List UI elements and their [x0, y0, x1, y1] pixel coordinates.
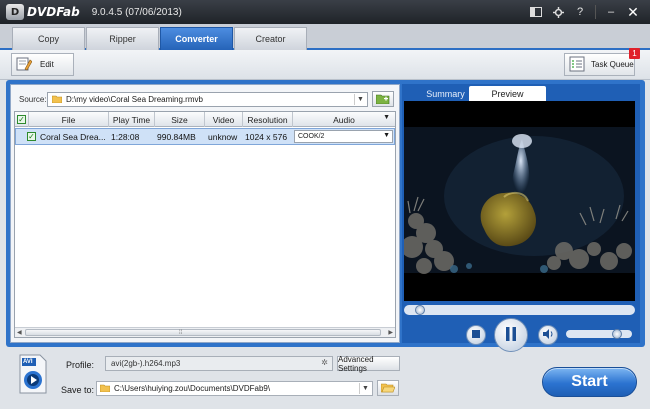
- add-source-button[interactable]: [372, 91, 394, 107]
- pause-icon: [505, 327, 517, 343]
- column-header-play-time[interactable]: Play Time: [109, 112, 155, 127]
- save-to-label: Save to:: [61, 385, 95, 395]
- select-all-checkbox[interactable]: ✓: [15, 112, 29, 127]
- source-field[interactable]: D:\my video\Coral Sea Dreaming.rmvb ▼: [47, 92, 368, 107]
- column-header-resolution[interactable]: Resolution: [243, 112, 293, 127]
- row-checkbox[interactable]: ✓: [27, 129, 39, 144]
- app-logo: D DVDFab: [6, 4, 80, 20]
- stop-icon: [472, 330, 480, 340]
- tab-copy[interactable]: Copy: [12, 27, 85, 50]
- save-to-field[interactable]: C:\Users\huiying.zou\Documents\DVDFab9\ …: [96, 381, 373, 396]
- layout-icon[interactable]: [525, 3, 547, 21]
- edit-button[interactable]: Edit: [11, 53, 74, 76]
- edit-icon: [16, 56, 33, 74]
- audio-value: COOK/2: [298, 133, 325, 140]
- avi-format-icon: AVI: [18, 354, 48, 394]
- chevron-down-icon[interactable]: ▼: [354, 94, 366, 105]
- profile-label: Profile:: [66, 360, 95, 370]
- pause-button[interactable]: [494, 318, 528, 352]
- profile-field[interactable]: avi(2gb-).h264.mp3 ✲: [105, 356, 333, 371]
- source-label: Source:: [19, 95, 47, 104]
- edit-label: Edit: [40, 60, 54, 69]
- settings-icon[interactable]: [547, 3, 569, 21]
- app-version: 9.0.4.5 (07/06/2013): [91, 6, 182, 18]
- seek-handle[interactable]: [415, 305, 426, 315]
- checkbox-icon: ✓: [27, 131, 36, 141]
- add-folder-icon: [375, 93, 390, 106]
- table-row[interactable]: ✓ Coral Sea Drea... 1:28:08 990.84MB unk…: [15, 128, 395, 145]
- source-path: D:\my video\Coral Sea Dreaming.rmvb: [66, 95, 203, 104]
- tab-converter[interactable]: Converter: [160, 27, 233, 50]
- cell-play-time: 1:28:08: [111, 131, 140, 142]
- cell-file: Coral Sea Drea...: [40, 131, 106, 142]
- column-header-size[interactable]: Size: [155, 112, 205, 127]
- audio-select[interactable]: COOK/2 ▼: [294, 130, 393, 143]
- horizontal-scrollbar[interactable]: ◀ ⁞⁞ ▶: [15, 327, 395, 337]
- volume-slider[interactable]: [566, 330, 632, 338]
- tab-creator[interactable]: Creator: [234, 27, 307, 50]
- title-bar: D DVDFab 9.0.4.5 (07/06/2013) ? – ✕: [0, 0, 650, 24]
- save-to-path: C:\Users\huiying.zou\Documents\DVDFab9\: [114, 384, 271, 393]
- scrollbar-thumb[interactable]: ⁞⁞: [25, 329, 381, 336]
- grip-icon: ⁞⁞: [179, 330, 183, 336]
- checkbox-icon: ✓: [17, 114, 26, 124]
- cell-video: unknow: [208, 131, 238, 142]
- task-queue-button[interactable]: Task Queue: [564, 53, 635, 76]
- advanced-settings-button[interactable]: Advanced Settings: [337, 355, 400, 373]
- avi-icon-label: AVI: [23, 359, 33, 365]
- scroll-left-icon[interactable]: ◀: [17, 329, 22, 336]
- start-button[interactable]: Start: [542, 367, 637, 397]
- chevron-down-icon[interactable]: ▼: [383, 114, 390, 121]
- app-name: DVDFab: [27, 5, 80, 19]
- tab-preview[interactable]: Preview: [469, 86, 546, 101]
- cell-size: 990.84MB: [157, 131, 196, 142]
- file-table: ✓ File Play Time Size Video Resolution A…: [14, 111, 396, 338]
- main-tab-strip: Copy Ripper Converter Creator: [0, 24, 650, 50]
- stop-button[interactable]: [466, 325, 486, 345]
- profile-value: avi(2gb-).h264.mp3: [111, 359, 181, 368]
- close-icon[interactable]: ✕: [622, 3, 644, 21]
- column-header-video[interactable]: Video: [205, 112, 243, 127]
- audio-header-label: Audio: [333, 114, 355, 125]
- task-queue-label: Task Queue: [591, 60, 634, 69]
- help-icon[interactable]: ?: [569, 3, 591, 21]
- volume-button[interactable]: [538, 325, 558, 345]
- chevron-down-icon[interactable]: ▼: [383, 132, 390, 139]
- open-folder-icon: [380, 382, 396, 395]
- speaker-icon: [542, 329, 554, 341]
- browse-button[interactable]: [377, 380, 399, 396]
- column-header-audio[interactable]: Audio ▼: [293, 112, 395, 127]
- table-header: ✓ File Play Time Size Video Resolution A…: [15, 112, 395, 127]
- volume-handle[interactable]: [611, 329, 622, 339]
- task-queue-icon: [569, 56, 585, 74]
- task-queue-badge: 1: [629, 48, 640, 59]
- seek-bar[interactable]: [404, 305, 635, 315]
- scroll-right-icon[interactable]: ▶: [388, 329, 393, 336]
- folder-icon: [99, 384, 111, 394]
- separator: [595, 5, 596, 19]
- video-preview: [404, 101, 635, 301]
- folder-icon: [51, 95, 63, 105]
- window-controls: ? – ✕: [525, 0, 644, 24]
- favorite-icon[interactable]: ✲: [321, 358, 328, 367]
- column-header-file[interactable]: File: [29, 112, 109, 127]
- chevron-down-icon[interactable]: ▼: [359, 383, 371, 394]
- tab-ripper[interactable]: Ripper: [86, 27, 159, 50]
- dvdfab-logo-icon: D: [6, 4, 24, 20]
- cell-resolution: 1024 x 576: [245, 131, 288, 142]
- minimize-icon[interactable]: –: [600, 3, 622, 21]
- toolbar: Edit Task Queue: [0, 50, 650, 80]
